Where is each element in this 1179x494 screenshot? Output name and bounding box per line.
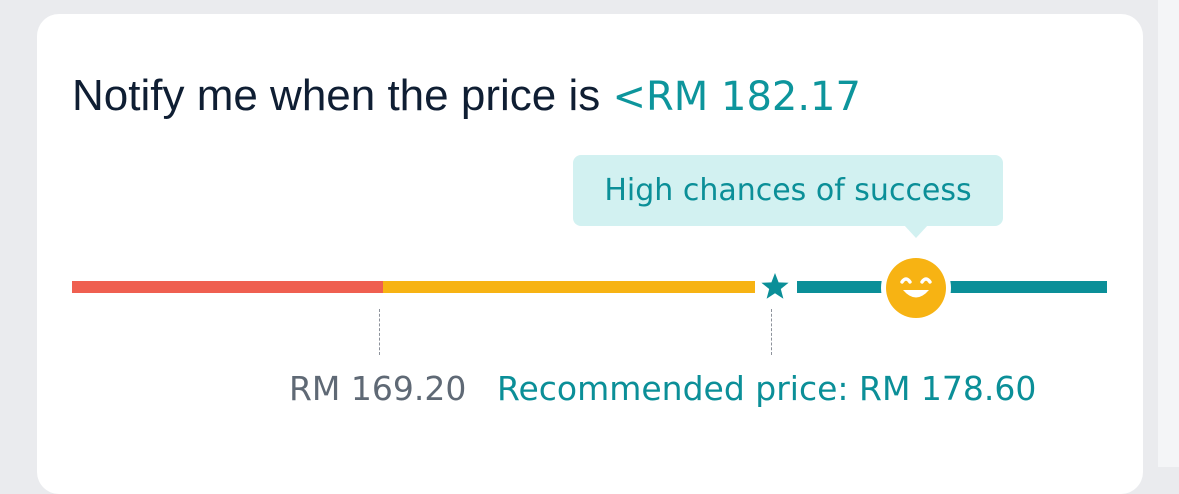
lower-price-tick bbox=[379, 309, 380, 355]
low-chance-segment bbox=[72, 281, 383, 293]
star-icon bbox=[761, 273, 789, 299]
lower-price-label: RM 169.20 bbox=[289, 369, 467, 408]
high-chance-segment-end bbox=[945, 281, 1107, 293]
price-slider-knob[interactable] bbox=[879, 251, 953, 325]
success-tooltip: High chances of success bbox=[573, 155, 1003, 226]
recommended-price-label: Recommended price: RM 178.60 bbox=[497, 369, 1037, 408]
high-chance-segment bbox=[797, 281, 887, 293]
target-price: <RM 182.17 bbox=[612, 74, 861, 120]
tooltip-arrow bbox=[904, 225, 928, 238]
price-alert-headline: Notify me when the price is <RM 182.17 bbox=[72, 68, 861, 125]
headline-prefix: Notify me when the price is bbox=[72, 71, 613, 120]
recommended-price-tick bbox=[771, 309, 772, 355]
side-strip bbox=[1158, 0, 1179, 467]
medium-chance-segment bbox=[383, 281, 755, 293]
tooltip-text: High chances of success bbox=[604, 173, 972, 208]
